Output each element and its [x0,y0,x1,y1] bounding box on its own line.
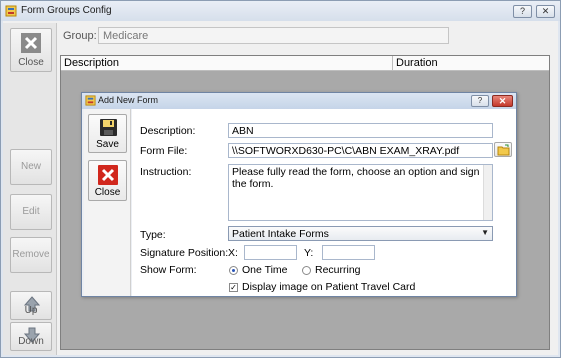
remove-button[interactable]: Remove [10,237,52,273]
app-icon [5,5,17,17]
x-position-input[interactable] [244,245,297,260]
recurring-radio[interactable] [302,266,311,275]
form-groups-config-window: Form Groups Config ? ✕ Close New Edit Re… [0,0,561,358]
one-time-radio-label[interactable]: One Time [242,264,288,276]
instruction-scrollbar[interactable] [483,165,492,220]
edit-button-label: Edit [22,206,40,217]
y-label: Y: [304,247,314,259]
signature-position-label: Signature Position: [140,247,229,259]
save-button[interactable]: Save [88,114,127,153]
browse-file-button[interactable] [494,142,512,157]
close-x-icon [21,33,41,53]
window-title: Form Groups Config [21,5,112,16]
grid-header: Description Duration [61,56,549,71]
edit-button[interactable]: Edit [10,194,52,230]
up-button[interactable]: Up [10,291,52,320]
window-help-button[interactable]: ? [513,5,532,18]
group-label: Group: [63,30,97,42]
show-form-label: Show Form: [140,264,197,276]
recurring-radio-label[interactable]: Recurring [315,264,361,276]
instruction-label: Instruction: [140,166,192,178]
dialog-app-icon [85,95,96,106]
y-position-input[interactable] [322,245,375,260]
description-label: Description: [140,125,196,137]
dialog-form: Description: ABN Form File: \\SOFTWORXD6… [132,109,516,296]
group-field: Medicare [98,27,449,44]
window-close-button[interactable]: ✕ [536,5,555,18]
one-time-radio[interactable] [229,266,238,275]
dialog-title: Add New Form [98,95,159,105]
description-input[interactable]: ABN [228,123,493,138]
x-label: X: [228,247,238,259]
down-button[interactable]: Down [10,322,52,351]
column-duration[interactable]: Duration [393,57,543,70]
close-button-label: Close [18,57,44,68]
instruction-textarea[interactable]: Please fully read the form, choose an op… [228,164,493,221]
save-disk-icon [100,119,117,136]
type-select[interactable]: Patient Intake Forms ▼ [228,226,493,241]
left-toolbar: Close New Edit Remove Up Down [3,23,57,355]
up-button-label: Up [24,305,38,316]
dialog-close-button-label: Close [94,187,121,198]
type-selected-value: Patient Intake Forms [232,228,329,240]
add-new-form-dialog: Add New Form ? ✕ Save Close Description:… [81,92,517,297]
new-button-label: New [20,161,41,172]
form-file-input[interactable]: \\SOFTWORXD630-PC\C\ABN EXAM_XRAY.pdf [228,143,493,158]
remove-button-label: Remove [12,249,50,260]
column-description[interactable]: Description [61,57,391,70]
close-button[interactable]: Close [10,28,52,72]
dialog-close-x-button[interactable]: ✕ [492,95,513,107]
close-x-icon [98,165,118,185]
display-image-checkbox[interactable]: ✓ [229,283,238,292]
new-button[interactable]: New [10,149,52,185]
instruction-text: Please fully read the form, choose an op… [232,166,480,190]
down-button-label: Down [18,336,44,347]
dialog-titlebar[interactable]: Add New Form ? ✕ [82,93,516,109]
chevron-down-icon: ▼ [481,228,489,237]
form-file-label: Form File: [140,145,188,157]
folder-icon [497,144,510,156]
display-image-label[interactable]: Display image on Patient Travel Card [242,281,415,293]
dialog-help-button[interactable]: ? [471,95,489,107]
type-label: Type: [140,229,166,241]
dialog-close-button[interactable]: Close [88,160,127,201]
save-button-label: Save [96,139,119,150]
dialog-toolbar: Save Close [84,109,131,296]
window-titlebar[interactable]: Form Groups Config ? ✕ [1,1,560,21]
